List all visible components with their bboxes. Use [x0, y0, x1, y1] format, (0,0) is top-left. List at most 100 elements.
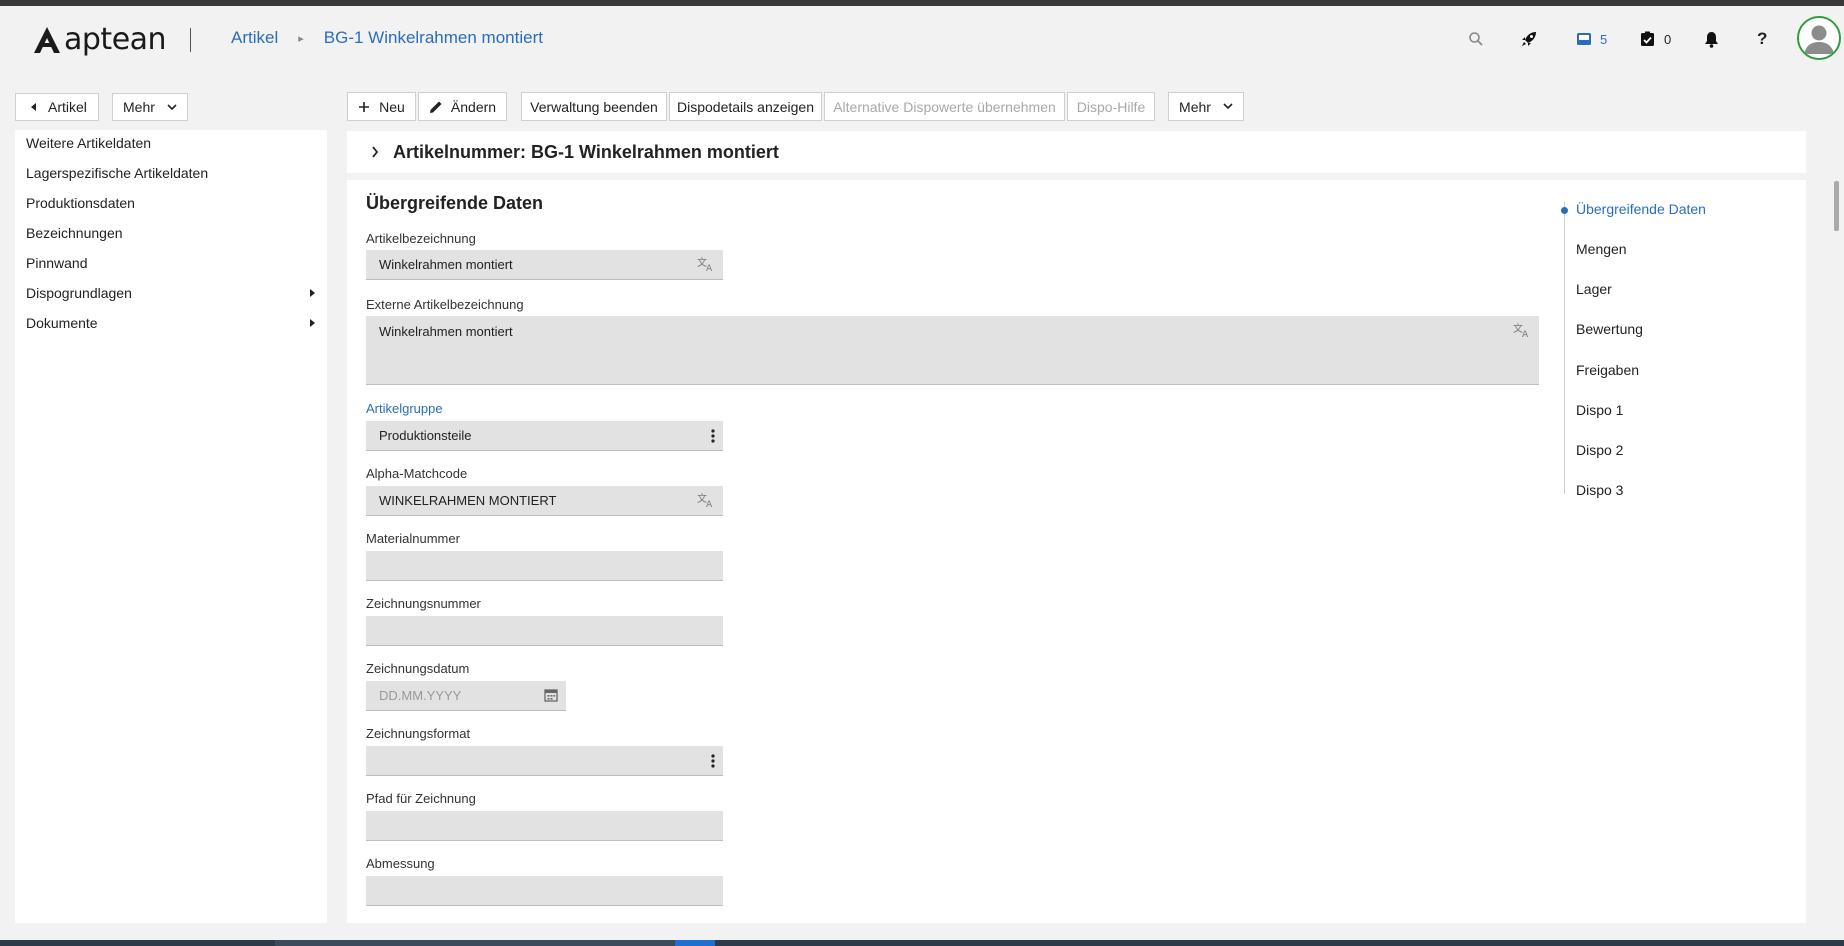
expand-arrow-icon[interactable] [310, 289, 315, 297]
vertical-dots-icon[interactable] [711, 429, 715, 443]
clipboard-check-icon [1641, 31, 1654, 46]
translate-icon[interactable]: 文A [697, 256, 715, 272]
bell-icon[interactable] [1704, 28, 1719, 50]
taskbar-active-segment [675, 940, 715, 946]
header-divider [190, 28, 191, 52]
section-title: Übergreifende Daten [366, 193, 544, 213]
edit-button-label: Ändern [450, 98, 497, 115]
anchor-dispo-1[interactable]: Dispo 1 [1576, 402, 1623, 418]
plus-icon [359, 101, 370, 112]
breadcrumb-chevron-icon: ▸ [298, 32, 304, 45]
back-to-artikel-button[interactable]: Artikel [15, 93, 99, 121]
search-icon[interactable] [1468, 28, 1484, 50]
anchor-uebergreifende-daten[interactable]: Übergreifende Daten [1576, 201, 1706, 217]
inbox-button[interactable]: 5 [1576, 28, 1607, 50]
sidebar-item-dokumente[interactable]: Dokumente [26, 315, 98, 331]
svg-text:A: A [1522, 330, 1529, 338]
artikelgruppe-value: Produktionsteile [379, 428, 472, 443]
sidebar-item-dispogrundlagen[interactable]: Dispogrundlagen [26, 285, 132, 301]
rocket-icon[interactable] [1520, 28, 1538, 50]
zeichnungsnummer-field[interactable] [366, 616, 723, 646]
vertical-dots-icon[interactable] [711, 754, 715, 768]
field-label-zeichnungsdatum: Zeichnungsdatum [366, 661, 470, 676]
artikelbezeichnung-value: Winkelrahmen montiert [379, 257, 513, 272]
aptean-logo-icon [34, 26, 60, 53]
end-administration-button[interactable]: Verwaltung beenden [521, 92, 667, 121]
anchor-dispo-2[interactable]: Dispo 2 [1576, 442, 1623, 458]
field-label-externe-artikelbezeichnung: Externe Artikelbezeichnung [366, 297, 524, 312]
edit-button[interactable]: Ändern [418, 92, 507, 121]
calendar-icon[interactable] [544, 688, 558, 702]
field-label-alpha-matchcode: Alpha-Matchcode [366, 466, 468, 481]
pfad-fuer-zeichnung-field[interactable] [366, 811, 723, 841]
field-label-zeichnungsformat: Zeichnungsformat [366, 726, 471, 741]
toolbar-more-button[interactable]: Mehr [1168, 92, 1244, 121]
breadcrumb: Artikel ▸ BG-1 Winkelrahmen montiert [231, 28, 543, 48]
anchor-nav-line [1564, 202, 1565, 494]
svg-text:A: A [706, 264, 713, 272]
logo-text: aptean [64, 22, 167, 57]
window-bottom-strip [0, 940, 1844, 946]
field-label-abmessung: Abmessung [366, 856, 435, 871]
breadcrumb-root[interactable]: Artikel [231, 28, 278, 48]
zeichnungsdatum-field[interactable]: DD.MM.YYYY [366, 681, 566, 711]
back-button-label: Artikel [48, 99, 87, 115]
translate-icon[interactable]: 文A [1513, 322, 1531, 338]
inbox-icon [1577, 33, 1591, 45]
tasks-count: 0 [1664, 31, 1672, 47]
new-button-label: Neu [379, 98, 405, 115]
help-icon[interactable]: ? [1757, 28, 1767, 50]
field-label-materialnummer: Materialnummer [366, 531, 460, 546]
anchor-mengen[interactable]: Mengen [1576, 241, 1627, 257]
anchor-freigaben[interactable]: Freigaben [1576, 362, 1639, 378]
anchor-active-dot [1561, 207, 1568, 214]
toolbar-more-label: Mehr [1179, 98, 1211, 115]
main-scrollbar[interactable] [1834, 181, 1839, 231]
article-header-bar[interactable]: Artikelnummer: BG-1 Winkelrahmen montier… [347, 131, 1806, 173]
left-more-label: Mehr [123, 99, 155, 115]
translate-icon[interactable]: 文A [697, 492, 715, 508]
breadcrumb-current[interactable]: BG-1 Winkelrahmen montiert [324, 28, 543, 48]
anchor-dispo-3[interactable]: Dispo 3 [1576, 482, 1623, 498]
zeichnungsdatum-placeholder: DD.MM.YYYY [379, 688, 462, 703]
left-more-button[interactable]: Mehr [112, 93, 188, 121]
taskbar-segment [275, 940, 675, 946]
pencil-icon [429, 101, 442, 113]
alpha-matchcode-value: WINKELRAHMEN MONTIERT [379, 493, 557, 508]
alpha-matchcode-field[interactable]: WINKELRAHMEN MONTIERT 文A [366, 486, 723, 516]
anchor-lager[interactable]: Lager [1576, 281, 1612, 297]
apply-alternative-dispo-button[interactable]: Alternative Dispowerte übernehmen [824, 92, 1065, 121]
externe-artikelbezeichnung-value: Winkelrahmen montiert [379, 324, 513, 339]
artikelbezeichnung-field[interactable]: Winkelrahmen montiert 文A [366, 250, 723, 280]
zeichnungsformat-field[interactable] [366, 746, 723, 776]
caret-left-icon [31, 103, 36, 111]
sidebar-item-produktionsdaten[interactable]: Produktionsdaten [26, 195, 135, 211]
field-label-zeichnungsnummer: Zeichnungsnummer [366, 596, 481, 611]
new-button[interactable]: Neu [347, 92, 416, 121]
chevron-down-icon [1223, 103, 1233, 110]
inbox-count: 5 [1600, 31, 1608, 47]
chevron-down-icon [167, 103, 177, 110]
anchor-bewertung[interactable]: Bewertung [1576, 321, 1643, 337]
tasks-button[interactable]: 0 [1640, 28, 1671, 50]
sidebar-item-pinnwand[interactable]: Pinnwand [26, 255, 88, 271]
user-avatar[interactable] [1797, 16, 1841, 60]
field-label-artikelgruppe-link[interactable]: Artikelgruppe [366, 401, 443, 416]
chevron-right-icon[interactable] [371, 146, 379, 158]
aptean-logo[interactable]: aptean [32, 22, 167, 57]
sidebar-item-bezeichnungen[interactable]: Bezeichnungen [26, 225, 123, 241]
abmessung-field[interactable] [366, 876, 723, 906]
artikelgruppe-field[interactable]: Produktionsteile [366, 421, 723, 451]
field-label-artikelbezeichnung: Artikelbezeichnung [366, 231, 476, 246]
sidebar-item-weitere-artikeldaten[interactable]: Weitere Artikeldaten [26, 135, 151, 151]
sidebar-item-lagerspezifische-artikeldaten[interactable]: Lagerspezifische Artikeldaten [26, 165, 208, 181]
externe-artikelbezeichnung-field[interactable]: Winkelrahmen montiert 文A [366, 316, 1539, 385]
app-header: aptean Artikel ▸ BG-1 Winkelrahmen monti… [0, 6, 1844, 72]
dispo-help-button[interactable]: Dispo-Hilfe [1067, 92, 1155, 121]
show-dispo-details-button[interactable]: Dispodetails anzeigen [669, 92, 822, 121]
expand-arrow-icon[interactable] [310, 319, 315, 327]
user-icon [1799, 18, 1839, 58]
left-navigation-panel: Weitere Artikeldaten Lagerspezifische Ar… [15, 130, 327, 923]
svg-text:A: A [706, 500, 713, 508]
materialnummer-field[interactable] [366, 551, 723, 581]
